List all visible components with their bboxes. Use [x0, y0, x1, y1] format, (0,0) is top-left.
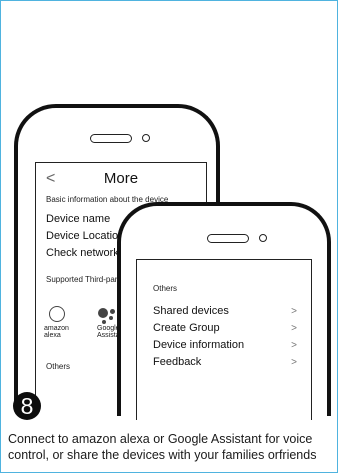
phone-speaker [207, 234, 249, 243]
phone-camera [142, 134, 150, 142]
others-label: Others [46, 362, 71, 371]
others-label: Others [153, 284, 178, 293]
alexa-label: amazon alexa [44, 325, 69, 339]
phone-camera [259, 234, 267, 242]
others-screen: Others Shared devices > Create Group > D… [136, 259, 312, 420]
menu-item-feedback[interactable]: Feedback [153, 356, 201, 368]
alexa-ring-icon[interactable] [49, 306, 65, 322]
menu-item-shared-devices[interactable]: Shared devices [153, 305, 229, 317]
chevron-right-icon: > [291, 323, 297, 334]
step-number-badge: 8 [13, 392, 41, 420]
chevron-right-icon: > [291, 357, 297, 368]
menu-item-check-network[interactable]: Check network [46, 247, 119, 259]
illustration-frame: < More Basic information about the devic… [0, 0, 338, 473]
menu-item-device-location[interactable]: Device Location [46, 230, 124, 242]
phone-speaker [90, 134, 132, 143]
menu-item-device-information[interactable]: Device information [153, 339, 244, 351]
menu-item-create-group[interactable]: Create Group [153, 322, 220, 334]
menu-item-device-name[interactable]: Device name [46, 213, 110, 225]
phone-front: Others Shared devices > Create Group > D… [117, 202, 331, 420]
chevron-right-icon: > [291, 340, 297, 351]
chevron-right-icon: > [291, 306, 297, 317]
screen-title: More [103, 170, 139, 187]
step-caption: Connect to amazon alexa or Google Assist… [8, 432, 317, 462]
